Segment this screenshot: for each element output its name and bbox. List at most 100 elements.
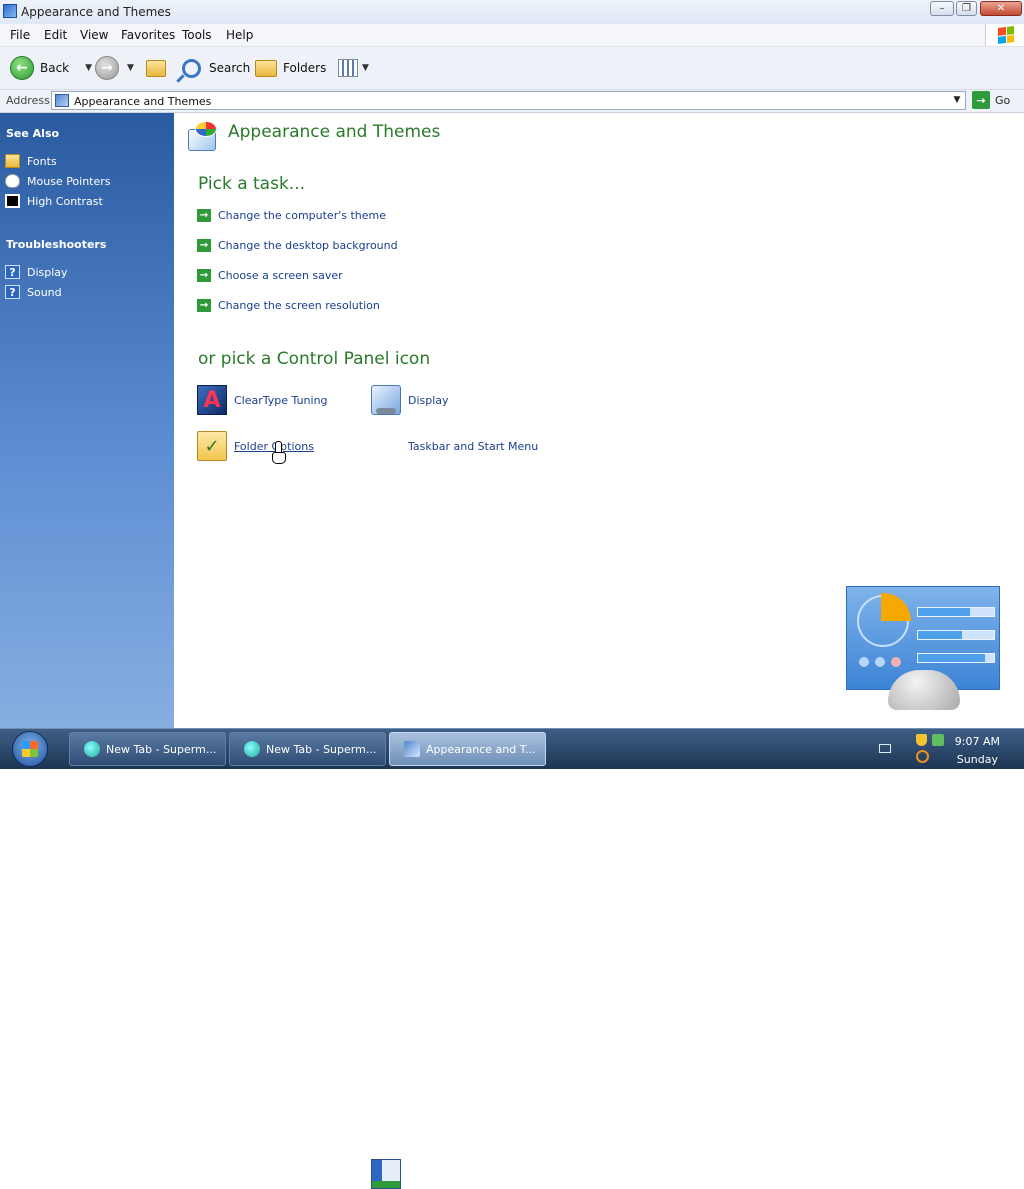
- cpl-folder-options[interactable]: ✓ Folder Options: [197, 431, 314, 461]
- clock-time: 9:07 AM: [954, 735, 1000, 748]
- cleartype-icon: A: [197, 385, 227, 415]
- sidebar-item-label: Mouse Pointers: [27, 174, 111, 188]
- page-title: Appearance and Themes: [228, 122, 441, 142]
- search-label: Search: [209, 61, 251, 75]
- control-panel-icon: [404, 741, 420, 757]
- taskbar-button-new-tab-1[interactable]: New Tab - Superm...: [69, 732, 226, 766]
- task-screen-saver[interactable]: → Choose a screen saver: [197, 269, 343, 282]
- clock[interactable]: 9:07 AM Sunday: [955, 733, 1000, 769]
- help-icon: ?: [5, 285, 20, 299]
- sidebar-item-label: Sound: [27, 285, 62, 299]
- task-change-theme[interactable]: → Change the computer's theme: [197, 209, 386, 222]
- see-also-heading: See Also: [6, 127, 60, 140]
- menu-view[interactable]: View: [80, 28, 108, 42]
- high-contrast-icon: [5, 194, 20, 208]
- up-folder-button[interactable]: [146, 56, 172, 80]
- taskbar-button-appearance[interactable]: Appearance and T...: [389, 732, 546, 766]
- menu-tools[interactable]: Tools: [182, 28, 212, 42]
- address-value: Appearance and Themes: [74, 95, 212, 108]
- help-icon: ?: [5, 265, 20, 279]
- sidebar-item-display[interactable]: ? Display: [5, 265, 68, 279]
- go-button[interactable]: → Go: [972, 91, 1010, 109]
- go-arrow-icon: →: [972, 91, 990, 109]
- cpl-taskbar-start-menu[interactable]: Taskbar and Start Menu: [371, 431, 539, 1189]
- cpl-label: Taskbar and Start Menu: [408, 439, 539, 453]
- search-tray-icon[interactable]: [916, 750, 929, 763]
- hand-cursor-icon: [271, 441, 286, 464]
- control-panel-icon: [3, 4, 17, 18]
- keyboard-icon[interactable]: [879, 744, 891, 753]
- main-content: Appearance and Themes Pick a task... → C…: [174, 113, 1024, 1189]
- back-button[interactable]: ← Back ▼: [10, 56, 92, 80]
- menu-bar: File Edit View Favorites Tools Help: [0, 24, 1024, 47]
- task-label: Change the desktop background: [218, 239, 398, 252]
- start-button[interactable]: [12, 731, 48, 767]
- icons-heading: or pick a Control Panel icon: [198, 349, 431, 369]
- search-button[interactable]: Search: [182, 56, 250, 80]
- control-panel-icon: [55, 94, 69, 107]
- address-dropdown-icon[interactable]: ▼: [949, 92, 965, 109]
- task-label: Change the computer's theme: [218, 209, 386, 222]
- taskbar-button-label: New Tab - Superm...: [266, 742, 377, 756]
- cpl-display[interactable]: Display: [371, 385, 449, 415]
- menu-help[interactable]: Help: [226, 28, 253, 42]
- search-icon: [182, 58, 201, 78]
- minimize-button[interactable]: –: [930, 1, 954, 16]
- task-arrow-icon: →: [197, 299, 211, 312]
- back-label: Back: [40, 61, 70, 75]
- sidebar-item-fonts[interactable]: Fonts: [5, 154, 57, 168]
- taskbar-button-new-tab-2[interactable]: New Tab - Superm...: [229, 732, 386, 766]
- back-dropdown-icon[interactable]: ▼: [85, 63, 92, 73]
- taskbar-start-menu-icon: [371, 1159, 401, 1189]
- restore-button[interactable]: ❐: [956, 1, 977, 16]
- taskbar-button-label: New Tab - Superm...: [106, 742, 217, 756]
- cpl-label: Display: [408, 393, 449, 407]
- task-change-background[interactable]: → Change the desktop background: [197, 239, 398, 252]
- sidebar: See Also Fonts Mouse Pointers High Contr…: [0, 113, 174, 728]
- security-shield-icon[interactable]: [916, 734, 927, 746]
- close-button[interactable]: ✕: [980, 1, 1022, 16]
- sidebar-item-sound[interactable]: ? Sound: [5, 285, 62, 299]
- address-label: Address: [6, 94, 50, 107]
- windows-logo-icon: [998, 26, 1014, 44]
- tasks-heading: Pick a task...: [198, 174, 306, 194]
- menu-file[interactable]: File: [10, 28, 30, 42]
- address-input[interactable]: Appearance and Themes ▼: [51, 91, 966, 110]
- address-bar: Address Appearance and Themes ▼ → Go: [0, 90, 1024, 113]
- browser-icon: [244, 741, 260, 757]
- network-icon[interactable]: [932, 734, 944, 746]
- title-bar: Appearance and Themes – ❐ ✕: [0, 0, 1024, 24]
- appearance-themes-icon: [186, 121, 218, 151]
- task-screen-resolution[interactable]: → Change the screen resolution: [197, 299, 380, 312]
- fonts-folder-icon: [5, 154, 20, 168]
- window-title: Appearance and Themes: [21, 5, 171, 19]
- menu-edit[interactable]: Edit: [44, 28, 67, 42]
- sidebar-item-high-contrast[interactable]: High Contrast: [5, 194, 103, 208]
- cpl-label: ClearType Tuning: [234, 393, 328, 407]
- mouse-icon: [5, 174, 20, 188]
- back-arrow-icon: ←: [10, 56, 34, 80]
- system-tray: 9:07 AM Sunday: [864, 729, 1024, 769]
- control-panel-watermark: [846, 586, 1000, 710]
- troubleshooters-heading: Troubleshooters: [6, 238, 107, 251]
- task-label: Choose a screen saver: [218, 269, 343, 282]
- taskbar-button-label: Appearance and T...: [426, 742, 536, 756]
- forward-dropdown-icon[interactable]: ▼: [127, 63, 134, 73]
- folder-options-icon: ✓: [197, 431, 227, 461]
- cpl-cleartype-tuning[interactable]: A ClearType Tuning: [197, 385, 328, 415]
- sidebar-item-label: High Contrast: [27, 194, 103, 208]
- sidebar-item-mouse-pointers[interactable]: Mouse Pointers: [5, 174, 111, 188]
- go-label: Go: [995, 93, 1011, 107]
- forward-arrow-icon: →: [95, 56, 119, 80]
- task-label: Change the screen resolution: [218, 299, 380, 312]
- toolbar: ← Back ▼ → ▼ Search Folders ▼: [0, 47, 1024, 90]
- folders-button[interactable]: Folders: [255, 56, 326, 80]
- views-icon: [338, 59, 358, 77]
- browser-icon: [84, 741, 100, 757]
- forward-button[interactable]: → ▼: [95, 56, 134, 80]
- views-button[interactable]: ▼: [338, 56, 369, 80]
- task-arrow-icon: →: [197, 269, 211, 282]
- folders-label: Folders: [283, 61, 327, 75]
- folders-icon: [255, 59, 277, 77]
- menu-favorites[interactable]: Favorites: [121, 28, 175, 42]
